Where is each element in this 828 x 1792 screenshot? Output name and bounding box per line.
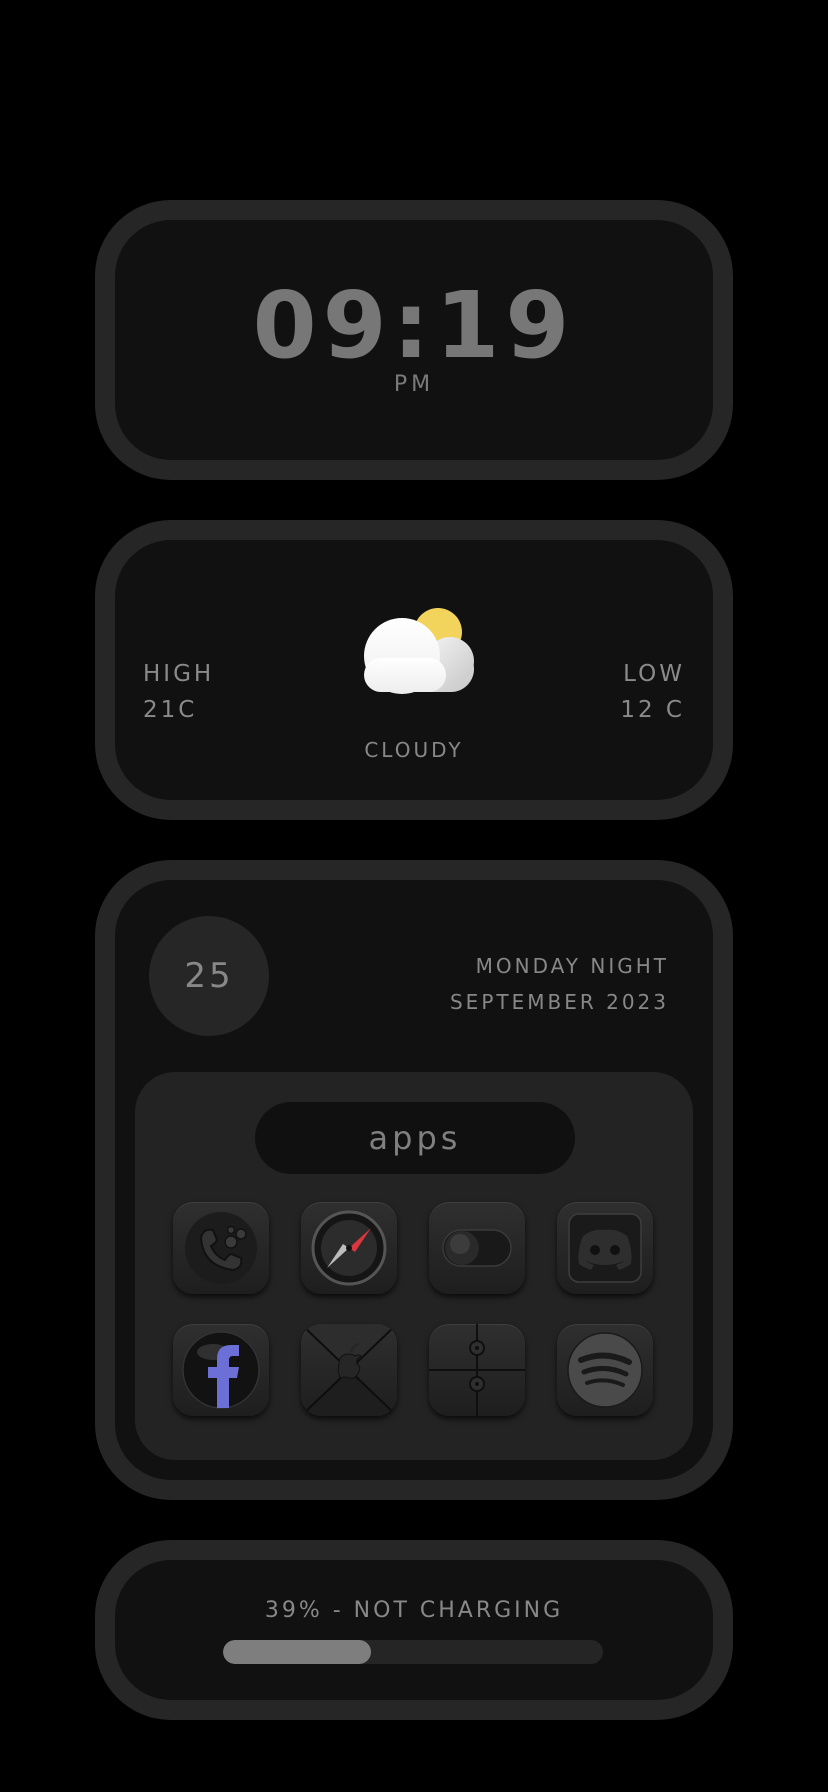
mail-icon bbox=[301, 1324, 397, 1416]
weather-high: HIGH 21C bbox=[143, 656, 214, 728]
weather-low-label: LOW bbox=[623, 661, 685, 687]
facebook-app-button[interactable] bbox=[173, 1324, 269, 1416]
weather-widget-inner: HIGH 21C LOW 12 C CLOUDY bbox=[115, 540, 713, 800]
weather-low-value: 12 C bbox=[620, 697, 685, 723]
dots-icon bbox=[429, 1324, 525, 1416]
clock-widget-inner: 09:19 pm bbox=[115, 220, 713, 460]
spotify-icon bbox=[567, 1332, 643, 1408]
day-number: 25 bbox=[184, 956, 234, 996]
day-number-badge: 25 bbox=[149, 916, 269, 1036]
weather-widget: HIGH 21C LOW 12 C CLOUDY bbox=[95, 520, 733, 820]
discord-icon bbox=[568, 1213, 642, 1283]
safari-app-button[interactable] bbox=[301, 1202, 397, 1294]
apps-title-pill: apps bbox=[255, 1102, 575, 1174]
clock-time: 09:19 bbox=[252, 272, 576, 379]
date-weekday: MONDAY NIGHT bbox=[475, 954, 669, 978]
date-month-year: SEPTEMBER 2023 bbox=[449, 990, 669, 1014]
weather-high-label: HIGH bbox=[143, 661, 215, 687]
phone-app-button[interactable] bbox=[173, 1202, 269, 1294]
date-apps-widget-inner: 25 MONDAY NIGHT SEPTEMBER 2023 apps bbox=[115, 880, 713, 1480]
safari-compass-icon bbox=[311, 1210, 387, 1286]
battery-widget-inner: 39% - NOT CHARGING bbox=[115, 1560, 713, 1700]
app-grid bbox=[173, 1202, 655, 1416]
toggle-settings-icon bbox=[442, 1229, 512, 1267]
settings-toggle-app-button[interactable] bbox=[429, 1202, 525, 1294]
weather-high-value: 21C bbox=[143, 697, 198, 723]
partly-cloudy-icon bbox=[360, 606, 480, 696]
weather-low: LOW 12 C bbox=[620, 656, 685, 728]
phone-icon bbox=[185, 1212, 257, 1284]
apps-panel: apps bbox=[135, 1072, 693, 1460]
mail-app-button[interactable] bbox=[301, 1324, 397, 1416]
date-text: MONDAY NIGHT SEPTEMBER 2023 bbox=[450, 948, 669, 1020]
battery-status-text: 39% - NOT CHARGING bbox=[264, 1598, 564, 1623]
battery-bar bbox=[223, 1640, 603, 1664]
clock-widget: 09:19 pm bbox=[95, 200, 733, 480]
dots-app-button[interactable] bbox=[429, 1324, 525, 1416]
spotify-app-button[interactable] bbox=[557, 1324, 653, 1416]
apps-title: apps bbox=[368, 1119, 462, 1157]
date-apps-widget: 25 MONDAY NIGHT SEPTEMBER 2023 apps bbox=[95, 860, 733, 1500]
battery-widget: 39% - NOT CHARGING bbox=[95, 1540, 733, 1720]
clock-ampm: pm bbox=[393, 372, 435, 397]
battery-bar-fill bbox=[223, 1640, 372, 1664]
discord-app-button[interactable] bbox=[557, 1202, 653, 1294]
facebook-icon bbox=[182, 1331, 260, 1409]
weather-condition: CLOUDY bbox=[364, 738, 464, 762]
